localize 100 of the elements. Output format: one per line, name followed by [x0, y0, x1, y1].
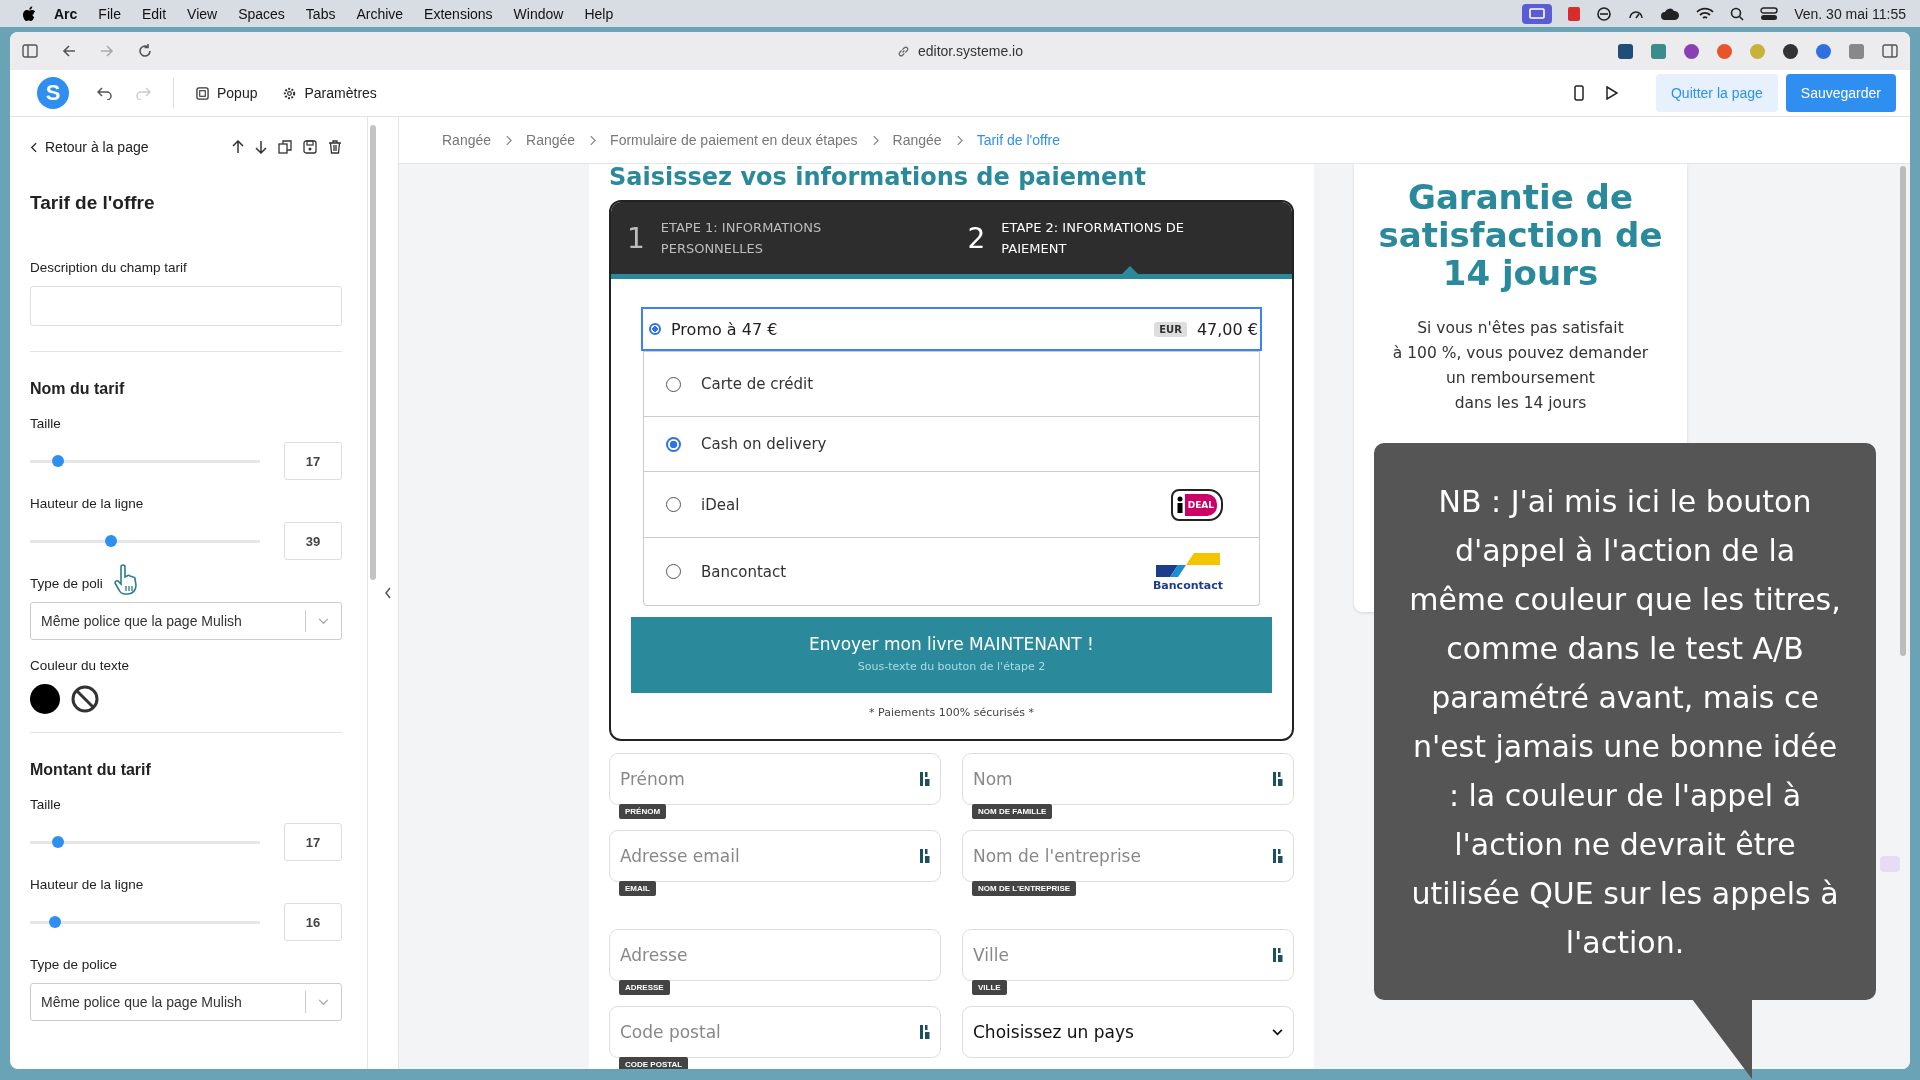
arrow-down-icon[interactable]: [255, 140, 267, 154]
input-field[interactable]: Adresse email: [609, 830, 941, 882]
link-icon: [896, 44, 910, 58]
panel-title: Tarif de l'offre: [30, 192, 156, 214]
guarantee-title: Garantie de satisfaction de 14 jours: [1377, 178, 1664, 292]
submit-button[interactable]: Envoyer mon livre MAINTENANT ! Sous-texte du bouton de l'étape 2: [631, 617, 1272, 693]
gear-icon[interactable]: [283, 86, 297, 100]
chevron-down-icon[interactable]: [1272, 1028, 1283, 1036]
field-tag: CODE POSTAL: [619, 1057, 689, 1069]
number-field[interactable]: 17: [284, 823, 342, 861]
save-icon[interactable]: [303, 140, 317, 154]
merge-tag-icon[interactable]: [1273, 771, 1283, 787]
control-center-icon[interactable]: [1760, 6, 1779, 21]
slider-thumb[interactable]: [51, 454, 64, 467]
arrow-up-icon[interactable]: [232, 140, 244, 154]
description-field[interactable]: [30, 286, 342, 326]
select-label: Type de police: [30, 957, 118, 972]
guarantee-text: Si vous n'êtes pas satisfait à 100 %, vous pouvez demander un remboursement dans les 14 jours: [1391, 318, 1650, 414]
breadcrumb-item[interactable]: Rangée: [526, 132, 576, 148]
input-field[interactable]: Ville: [962, 929, 1294, 981]
menu-bar-clock[interactable]: Ven. 30 mai 11:55: [1794, 5, 1906, 22]
payment-method-option[interactable]: iDeal DEAL: [644, 471, 1259, 537]
sidebar-icon[interactable]: [22, 44, 38, 58]
settings-button[interactable]: Paramètres: [283, 85, 377, 101]
field-tag: NOM DE FAMILLE: [972, 804, 1053, 819]
offer-price: 47,00 €: [1196, 319, 1258, 339]
reload-icon[interactable]: [138, 44, 152, 58]
collapse-icon[interactable]: [384, 587, 392, 599]
payment-method-option[interactable]: Carte de crédit: [644, 351, 1259, 416]
apple-icon[interactable]: [22, 5, 36, 22]
section-title: Montant du tarif: [30, 761, 152, 779]
merge-tag-icon[interactable]: [1273, 848, 1283, 864]
display-icon[interactable]: [1522, 3, 1553, 24]
merge-tag-icon[interactable]: [920, 1024, 930, 1040]
extension-icon[interactable]: [1783, 43, 1798, 59]
number-field[interactable]: 16: [284, 903, 342, 941]
field-label: Description du champ tarif: [30, 260, 188, 275]
country-select[interactable]: Choisissez un pays: [962, 1006, 1294, 1058]
record-icon[interactable]: [1568, 6, 1581, 21]
extension-icon[interactable]: [1684, 43, 1699, 59]
menu-item[interactable]: File: [98, 5, 121, 22]
radio-button[interactable]: [666, 436, 681, 452]
trash-icon[interactable]: [328, 140, 342, 154]
slider-thumb[interactable]: [104, 534, 117, 547]
breadcrumb-item[interactable]: Rangée: [442, 132, 492, 148]
menu-item[interactable]: Spaces: [238, 5, 285, 22]
wifi-icon[interactable]: [1696, 6, 1715, 21]
sync-icon[interactable]: [1596, 5, 1613, 22]
menu-item[interactable]: Help: [584, 5, 614, 22]
merge-tag-icon[interactable]: [920, 771, 930, 787]
logo-text: DEAL: [1184, 493, 1217, 516]
currency-badge: EUR: [1154, 321, 1187, 337]
step-tab[interactable]: 2 ETAPE 2: INFORMATIONS DE PAIEMENT: [951, 202, 1292, 274]
slider-thumb[interactable]: [49, 915, 62, 928]
font-select[interactable]: Même police que la page Mulish: [30, 602, 342, 640]
font-select[interactable]: Même police que la page Mulish: [30, 983, 342, 1021]
menu-item[interactable]: View: [187, 5, 218, 22]
scrollbar-thumb[interactable]: [1900, 166, 1906, 656]
color-swatch[interactable]: [30, 684, 60, 714]
play-icon[interactable]: [1606, 86, 1618, 100]
breadcrumb-item[interactable]: Formulaire de paiement en deux étapes: [610, 132, 858, 148]
radio-button[interactable]: [649, 323, 661, 335]
app-menu[interactable]: Arc: [54, 5, 78, 22]
url-text[interactable]: editor.systeme.io: [917, 43, 1024, 59]
number-field[interactable]: 39: [284, 522, 342, 560]
search-icon[interactable]: [1730, 6, 1745, 21]
undo-icon[interactable]: [97, 86, 113, 100]
popup-icon[interactable]: [196, 86, 209, 100]
menu-item[interactable]: Extensions: [424, 5, 493, 22]
back-link[interactable]: Retour à la page: [30, 139, 149, 155]
hand-cursor-icon: [113, 564, 139, 596]
cloud-icon[interactable]: [1660, 6, 1681, 21]
chevron-left-icon[interactable]: [30, 141, 37, 153]
copy-icon[interactable]: [278, 140, 292, 154]
back-arrow-icon[interactable]: [62, 44, 76, 58]
popup-button[interactable]: Popup: [196, 85, 258, 101]
menu-item[interactable]: Tabs: [305, 5, 336, 22]
chevron-icon: [955, 134, 963, 146]
no-color-icon[interactable]: [70, 684, 100, 714]
number-field[interactable]: 17: [284, 442, 342, 480]
field-tag: PRÉNOM: [619, 804, 667, 819]
slider-label: Taille: [30, 416, 62, 431]
scrollbar-thumb[interactable]: [370, 125, 376, 580]
slider-thumb[interactable]: [51, 835, 64, 848]
menu-item[interactable]: Archive: [356, 5, 404, 22]
field-tag: VILLE: [972, 980, 1007, 995]
merge-tag-icon[interactable]: [1273, 947, 1283, 963]
chevron-icon: [505, 134, 513, 146]
mobile-icon[interactable]: [1574, 85, 1584, 101]
payment-method-option[interactable]: Bancontact Bancontact: [644, 537, 1259, 605]
step-tab[interactable]: 1 ETAPE 1: INFORMATIONS PERSONNELLES: [611, 202, 952, 274]
menu-item[interactable]: Window: [513, 5, 564, 22]
menu-item[interactable]: Edit: [141, 5, 167, 22]
offer-option[interactable]: Promo à 47 € EUR 47,00 €: [641, 307, 1262, 351]
split-view-icon[interactable]: [1882, 44, 1898, 58]
breadcrumb-item[interactable]: Rangée: [892, 132, 942, 148]
payment-method-option[interactable]: Cash on delivery: [644, 416, 1259, 471]
extension-icon[interactable]: [1618, 43, 1633, 59]
merge-tag-icon[interactable]: [920, 848, 930, 864]
logo-text: Bancontact: [1153, 579, 1223, 592]
